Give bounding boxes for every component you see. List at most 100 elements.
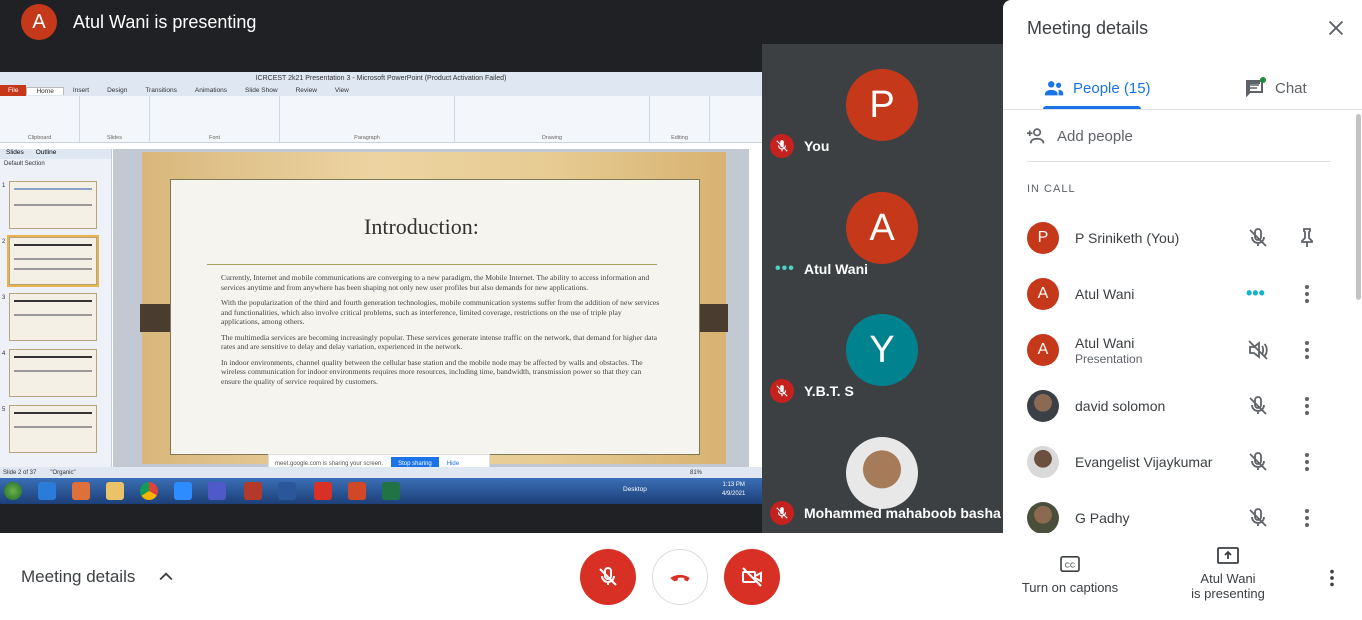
chrome-icon [140,482,158,500]
tile-avatar: A [846,192,918,264]
captions-button[interactable]: CC Turn on captions [1010,555,1130,595]
pp-ribbon-tabs: File Home Insert Design Transitions Anim… [0,85,762,96]
presenter-title: Atul Wani is presenting [73,11,257,32]
participant-name: G Padhy [1075,510,1130,526]
tile-avatar-photo [846,437,918,509]
more-options-icon[interactable] [1295,506,1319,530]
camera-button[interactable] [724,549,780,605]
participant-tile[interactable]: A ••• Atul Wani [762,166,1003,288]
mic-off-icon [770,134,794,158]
folder-icon [106,482,124,500]
participant-row[interactable]: david solomon [1003,378,1362,434]
more-options-icon[interactable] [1321,567,1343,589]
presenter-avatar: A [21,4,57,40]
in-call-label: IN CALL [1027,183,1076,195]
zoom-icon [174,482,192,500]
tab-people[interactable]: People (15) [1043,68,1151,108]
pp-slide-thumb [7,235,99,287]
pp-tab: Transitions [145,87,177,94]
participant-tile[interactable]: Mohammed mahaboob basha [762,410,1003,532]
participant-name: P Sriniketh (You) [1075,230,1180,246]
pp-slide-thumb [9,349,97,397]
more-options-icon[interactable] [1295,394,1319,418]
mic-off-icon [1246,394,1270,418]
more-options-icon[interactable] [1295,450,1319,474]
slide-bullet: In indoor environments, channel quality … [221,357,643,386]
svg-text:CC: CC [1065,561,1075,570]
slide-bullet: The multimedia services are becoming inc… [221,332,657,352]
pin-icon[interactable] [1295,226,1319,250]
tile-name: Mohammed mahaboob basha [804,505,1001,521]
clock-time: 1:13 PM [722,482,745,488]
captions-icon: CC [1060,555,1080,573]
participant-tiles: P You A ••• Atul Wani Y Y.B.T. S Mohamme… [762,44,1003,533]
participant-row[interactable]: Evangelist Vijaykumar [1003,434,1362,490]
tile-name: Y.B.T. S [804,383,854,399]
mic-off-icon [1246,450,1270,474]
teams-icon [208,482,226,500]
tile-name: You [804,138,830,154]
mic-off-icon [1246,506,1270,530]
stage: A Atul Wani is presenting ICRCEST 2k21 P… [0,0,1003,533]
pp-tab: Design [107,87,128,94]
pp-slide-canvas: Introduction: Currently, Internet and mo… [113,149,749,467]
pp-ribbon-group: Drawing [455,96,650,142]
pp-window-title: ICRCEST 2k21 Presentation 3 - Microsoft … [0,72,762,85]
presenting-label-1: Atul Wani [1200,571,1256,586]
pp-tab: Insert [72,87,90,94]
close-icon[interactable] [1325,17,1347,39]
presenting-label-2: is presenting [1191,586,1265,601]
tab-people-label: People (15) [1073,79,1151,97]
participant-subtitle: Presentation [1075,352,1143,366]
mic-off-icon [599,566,617,586]
hang-up-icon [670,574,690,582]
bottom-bar: Meeting details CC Turn on captions Atul… [0,533,1362,620]
speaking-indicator-icon: ••• [1246,283,1265,303]
divider [1027,161,1331,162]
pp-panel-tab: Slides [6,149,24,156]
pp-slide-panel: Slides Outline Default Section 1 2 3 4 5 [0,149,112,467]
participant-avatar-photo [1027,390,1059,422]
microphone-button[interactable] [580,549,636,605]
presenting-button[interactable]: Atul Wani is presenting [1168,546,1288,601]
participant-row[interactable]: P P Sriniketh (You) [1003,210,1362,266]
tile-avatar: P [846,69,918,141]
pp-section-label: Default Section [4,161,45,167]
participant-name: Evangelist Vijaykumar [1075,454,1213,470]
more-options-icon[interactable] [1295,282,1319,306]
pp-ribbon-group: Slides [80,96,150,142]
people-icon [1044,81,1064,96]
participant-tile[interactable]: Y Y.B.T. S [762,288,1003,410]
participant-tile[interactable]: P You [762,44,1003,166]
add-people-button[interactable]: Add people [1027,122,1133,150]
participant-name: david solomon [1075,398,1166,414]
meeting-details-toggle[interactable]: Meeting details [21,567,135,587]
pp-slide-thumb [9,405,97,453]
word-icon [278,482,296,500]
participant-row[interactable]: G Padhy [1003,490,1362,533]
more-options-icon[interactable] [1295,338,1319,362]
mic-off-icon [1246,226,1270,250]
ie-icon [38,482,56,500]
start-icon [4,482,22,500]
powerpoint-icon [348,482,366,500]
participant-row[interactable]: A Atul Wani Presentation [1003,322,1362,378]
chevron-up-icon[interactable] [156,567,176,587]
pp-panel-tab: Outline [35,149,57,156]
shared-screen: ICRCEST 2k21 Presentation 3 - Microsoft … [0,72,762,504]
pp-tab: File [0,85,27,96]
taskbar-clock: 1:13 PM 4/9/2021 [722,481,745,499]
captions-label: Turn on captions [1021,580,1119,595]
pp-theme-name: "Organic" [50,469,76,476]
tab-chat[interactable]: Chat [1243,68,1307,108]
participant-row[interactable]: A Atul Wani ••• [1003,266,1362,322]
tile-name: Atul Wani [804,261,869,277]
participant-name: Atul Wani [1075,286,1135,302]
presenter-bar: A Atul Wani is presenting [0,0,1003,44]
app-icon [244,482,262,500]
pp-slide-thumb [9,293,97,341]
panel-scrollbar[interactable] [1356,114,1361,300]
pp-tab: Home [26,86,64,95]
leave-call-button[interactable] [652,549,708,605]
pp-tab: Animations [194,87,228,94]
